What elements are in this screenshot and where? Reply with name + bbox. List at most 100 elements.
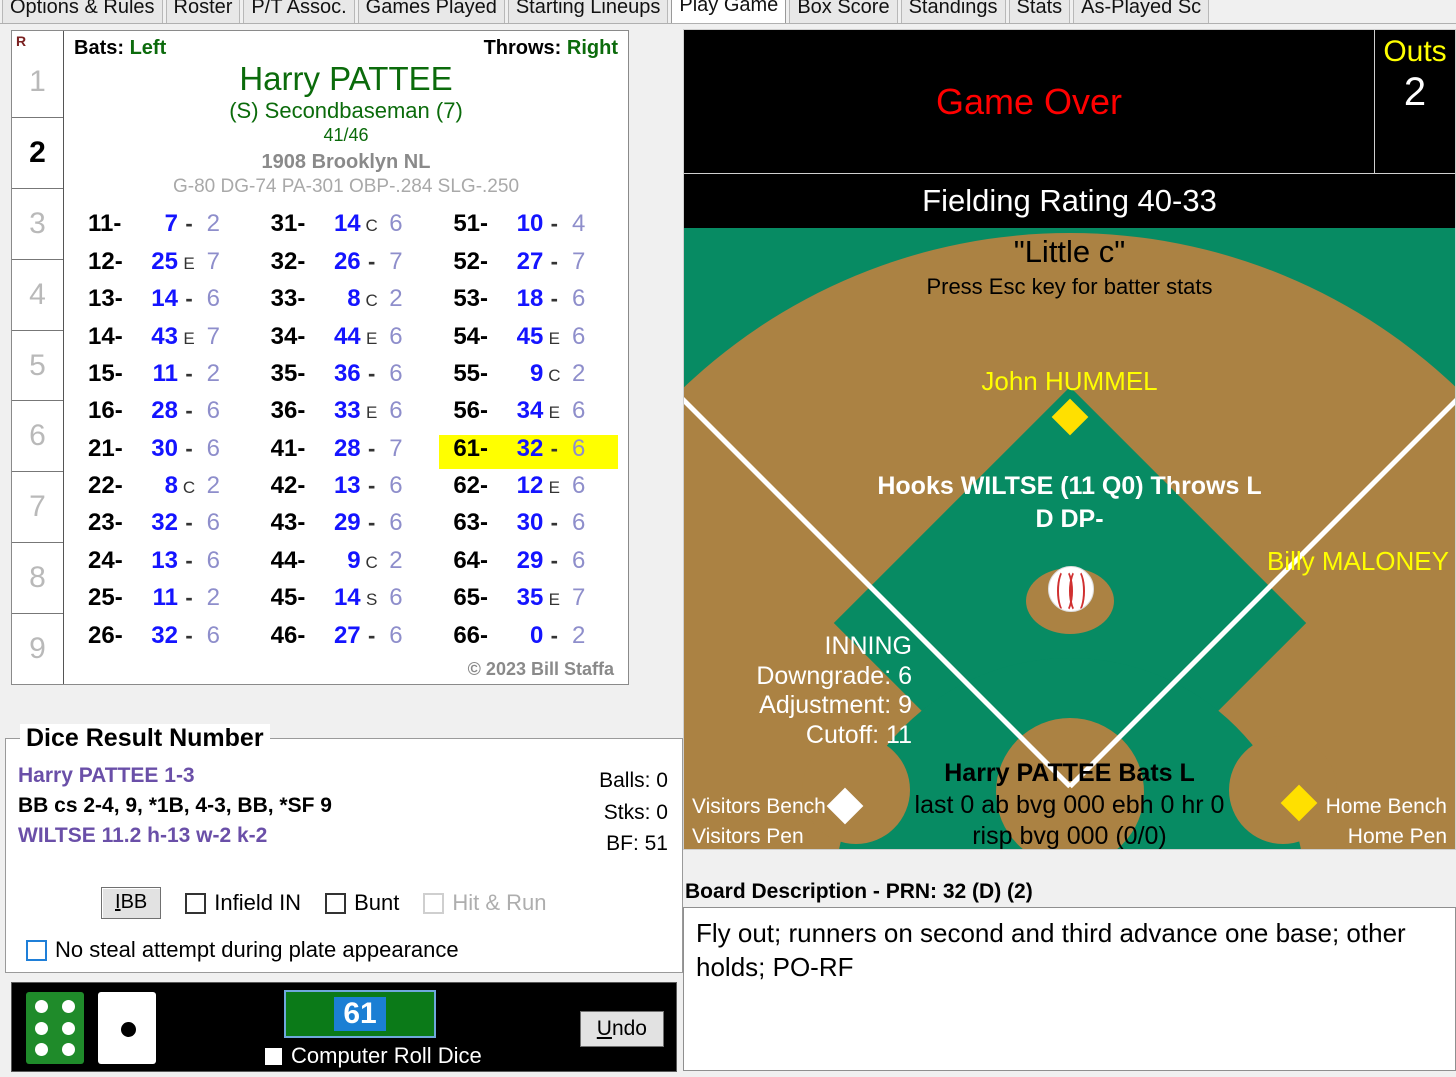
home-bench-link[interactable]: Home Bench — [1326, 792, 1447, 822]
dice-result-row[interactable]: 11- 7-2 — [74, 210, 253, 244]
dice-result-row[interactable]: 66- 0-2 — [439, 622, 618, 656]
dice-result-row[interactable]: 26- 32-6 — [74, 622, 253, 656]
dice-result-row[interactable]: 44- 9 C 2 — [257, 547, 436, 581]
dice-result-row[interactable]: 42- 13-6 — [257, 472, 436, 506]
batting-order-slot[interactable]: 8 — [12, 543, 63, 615]
die-left[interactable] — [26, 992, 84, 1064]
dice-outcome-number: 14 — [333, 584, 361, 612]
fielding-rating-bar: Fielding Rating 40-33 — [683, 174, 1456, 228]
dice-result-row[interactable]: 63- 30-6 — [439, 509, 618, 543]
checkbox-box[interactable] — [26, 939, 47, 961]
dice-result-row[interactable]: 65- 35 E 7 — [439, 584, 618, 618]
infield-in-checkbox[interactable]: Infield IN — [185, 890, 301, 916]
batter-result-line: Harry PATTEE 1-3 — [18, 764, 195, 787]
dice-result-row[interactable]: 15- 11-2 — [74, 360, 253, 394]
center-fielder-name[interactable]: John HUMMEL — [684, 366, 1455, 397]
computer-roll-dice-checkbox[interactable]: Computer Roll Dice — [265, 1043, 482, 1069]
dice-outcome-number: 32 — [151, 621, 178, 649]
visitors-pen-link[interactable]: Visitors Pen — [692, 822, 826, 849]
tab-p-t-assoc[interactable]: P/T Assoc. — [243, 0, 355, 23]
dice-outcome-tail: 6 — [571, 546, 586, 574]
undo-button[interactable]: Undo — [579, 1011, 664, 1047]
batting-order-slot[interactable]: 4 — [12, 260, 63, 331]
dice-result-row[interactable]: 52- 27-7 — [439, 248, 618, 282]
batting-order-slot[interactable]: 2 — [12, 118, 63, 189]
dice-result-row[interactable]: 55- 9 C 2 — [439, 360, 618, 394]
batting-order-slot[interactable]: 7 — [12, 472, 63, 544]
visitors-bench-link[interactable]: Visitors Bench — [692, 792, 826, 822]
batting-order-slot[interactable]: 9 — [12, 614, 63, 684]
batting-order-slot[interactable]: 1 — [12, 47, 63, 118]
dice-result-row[interactable]: 45- 14 S 6 — [257, 584, 436, 618]
home-area[interactable]: Home Bench Home Pen — [1326, 792, 1447, 849]
tab-starting-lineups[interactable]: Starting Lineups — [507, 0, 669, 23]
visitors-area[interactable]: Visitors Bench Visitors Pen — [692, 792, 826, 849]
dice-result-row[interactable]: 22- 8 C 2 — [74, 472, 253, 506]
dice-result-row[interactable]: 23- 32-6 — [74, 509, 253, 543]
dice-outcome-tail: 6 — [206, 285, 220, 313]
tab-box-score[interactable]: Box Score — [789, 0, 898, 23]
tab-play-game[interactable]: Play Game — [671, 0, 787, 23]
dice-result-row[interactable]: 12- 25 E 7 — [74, 248, 253, 282]
board-description-text: Fly out; runners on second and third adv… — [683, 907, 1456, 1071]
roll-value-box[interactable]: 61 — [284, 990, 436, 1038]
dice-result-row[interactable]: 62- 12 E 6 — [439, 472, 618, 506]
dice-result-row[interactable]: 46- 27-6 — [257, 622, 436, 656]
tab-as-played-sc[interactable]: As-Played Sc — [1073, 0, 1210, 23]
dice-outcome-flag: S — [365, 590, 378, 610]
ibb-button[interactable]: IBB — [101, 887, 162, 919]
checkbox-box[interactable] — [185, 892, 207, 914]
home-pen-link[interactable]: Home Pen — [1326, 822, 1447, 849]
die-right[interactable] — [98, 992, 156, 1064]
dice-result-row[interactable]: 35- 36-6 — [257, 360, 436, 394]
dice-result-row[interactable]: 56- 34 E 6 — [439, 397, 618, 431]
dice-result-row[interactable]: 33- 8 C 2 — [257, 285, 436, 319]
dice-result-row[interactable]: 41- 28-7 — [257, 435, 436, 469]
dice-outcome-number: 26 — [333, 247, 361, 275]
tab-stats[interactable]: Stats — [1008, 0, 1071, 23]
checkbox-box[interactable] — [325, 892, 347, 914]
dice-result-row[interactable]: 34- 44 E 6 — [257, 323, 436, 357]
dice-result-row[interactable]: 21- 30-6 — [74, 435, 253, 469]
pitcher-info[interactable]: Hooks WILTSE (11 Q0) Throws L D DP- — [684, 470, 1455, 536]
dice-result-row[interactable]: 54- 45 E 6 — [439, 323, 618, 357]
dice-outcome-flag: - — [550, 286, 558, 312]
checkbox-box[interactable] — [265, 1047, 282, 1065]
dice-code: 61- — [453, 434, 489, 462]
dice-result-row[interactable]: 64- 29-6 — [439, 547, 618, 581]
dice-outcome-tail: 2 — [206, 359, 220, 387]
dice-result-row[interactable]: 24- 13-6 — [74, 547, 253, 581]
tab-roster[interactable]: Roster — [165, 0, 241, 23]
baseball-field-diagram[interactable]: "Little c" Press Esc key for batter stat… — [683, 228, 1456, 850]
batting-order-slot[interactable]: 3 — [12, 189, 63, 260]
dice-outcome-tail: 6 — [389, 359, 403, 387]
batting-order-slot[interactable]: 6 — [12, 401, 63, 473]
tab-standings[interactable]: Standings — [900, 0, 1006, 23]
dice-result-row[interactable]: 61- 32-6 — [439, 434, 618, 469]
player-card-panel: R 123456789 Bats: Left Throws: Right Har… — [11, 30, 629, 685]
dice-result-row[interactable]: 53- 18-6 — [439, 285, 618, 319]
dice-result-row[interactable]: 25- 11-2 — [74, 584, 253, 618]
dice-outcome-tail: 7 — [571, 584, 586, 612]
bunt-checkbox[interactable]: Bunt — [325, 890, 399, 916]
dice-code: 44- — [270, 546, 306, 574]
dice-outcome-flag: - — [367, 622, 376, 648]
tab-options-rules[interactable]: Options & Rules — [2, 0, 163, 23]
dice-result-row[interactable]: 14- 43 E 7 — [74, 323, 253, 357]
dice-outcome-tail: 6 — [571, 509, 586, 537]
dice-result-row[interactable]: 43- 29-6 — [257, 509, 436, 543]
dice-result-row[interactable]: 36- 33 E 6 — [257, 397, 436, 431]
batting-order-slot[interactable]: 5 — [12, 331, 63, 402]
dice-outcome-tail: 7 — [571, 247, 586, 275]
dice-outcome-tail: 6 — [206, 509, 220, 537]
dice-result-row[interactable]: 31- 14 C 6 — [257, 210, 436, 244]
tab-games-played[interactable]: Games Played — [357, 0, 505, 23]
dice-result-row[interactable]: 13- 14-6 — [74, 285, 253, 319]
dice-code: 46- — [270, 621, 306, 649]
dice-result-row[interactable]: 32- 26-7 — [257, 248, 436, 282]
dice-result-row[interactable]: 16- 28-6 — [74, 397, 253, 431]
dice-result-row[interactable]: 51- 10-4 — [439, 210, 618, 244]
right-fielder-name[interactable]: Billy MALONEY — [1267, 546, 1449, 577]
die-pip — [35, 1043, 48, 1056]
no-steal-checkbox[interactable]: No steal attempt during plate appearance — [26, 937, 459, 963]
